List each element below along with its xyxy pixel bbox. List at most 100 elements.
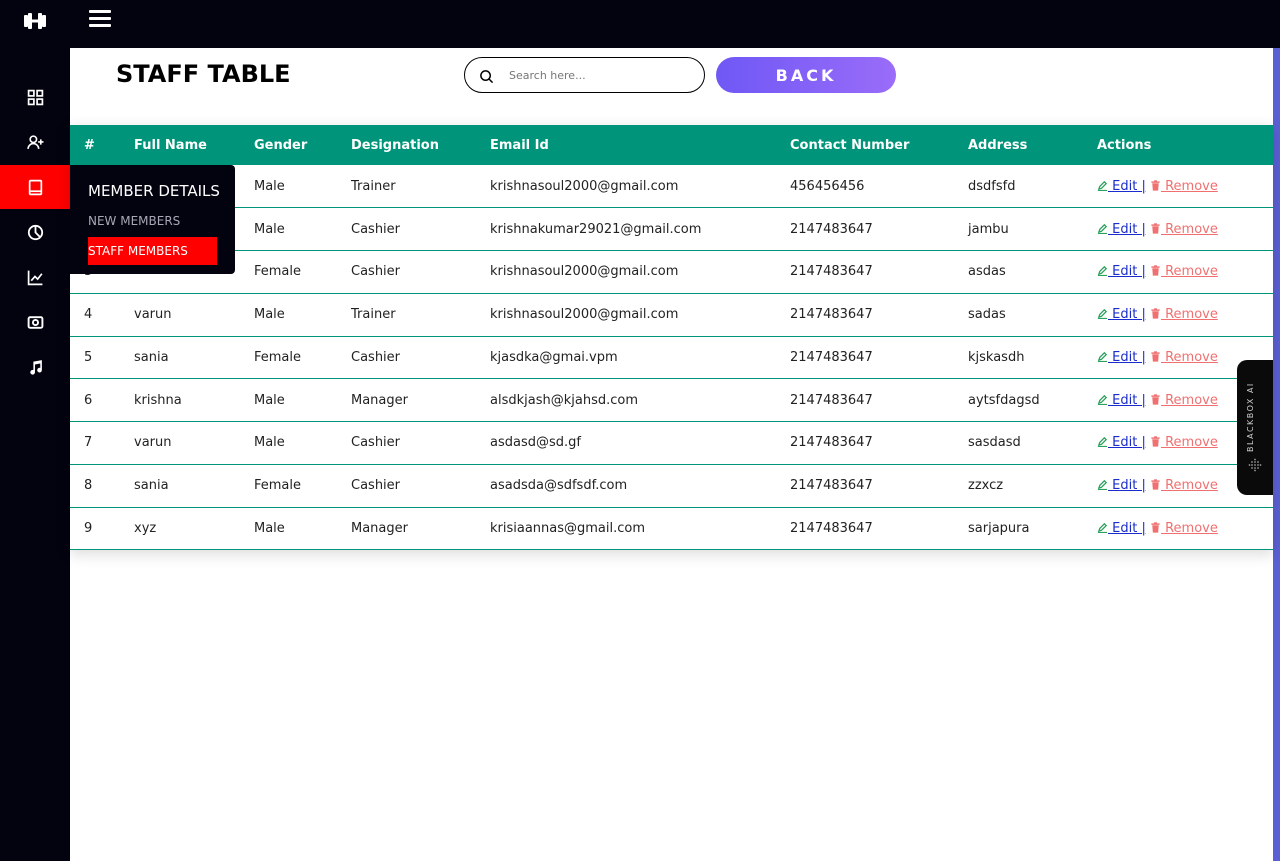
trash-icon — [1151, 265, 1160, 277]
edit-icon — [1097, 180, 1108, 191]
search-box[interactable] — [464, 57, 705, 93]
sidebar-item-reports[interactable] — [0, 210, 70, 254]
edit-link[interactable]: Edit | — [1108, 179, 1146, 194]
sidebar-item-add-user[interactable] — [0, 120, 70, 164]
remove-link[interactable]: Remove — [1161, 264, 1218, 279]
cell-contact: 2147483647 — [790, 307, 873, 323]
remove-link[interactable]: Remove — [1161, 435, 1218, 450]
page-title: STAFF TABLE — [116, 60, 291, 88]
cell-address: sarjapura — [968, 520, 1030, 536]
cell-designation: Cashier — [351, 478, 401, 494]
search-input[interactable] — [509, 65, 689, 85]
col-header-name: Full Name — [134, 137, 207, 153]
remove-link[interactable]: Remove — [1161, 393, 1218, 408]
edit-link[interactable]: Edit | — [1108, 350, 1146, 365]
cell-gender: Female — [254, 349, 302, 365]
cell-name: xyz — [134, 520, 157, 536]
sidebar-item-analytics[interactable] — [0, 255, 70, 299]
cell-designation: Trainer — [351, 178, 396, 194]
trash-icon — [1151, 351, 1160, 362]
cell-designation: Manager — [351, 520, 408, 536]
edit-icon — [1097, 266, 1108, 277]
table-row: 5 sania Female Cashier kjasdka@gmai.vpm 21474… — [70, 336, 1273, 379]
remove-link[interactable]: Remove — [1161, 521, 1218, 536]
edit-icon — [1097, 437, 1108, 448]
remove-link[interactable]: Remove — [1161, 307, 1218, 322]
cell-contact: 456456456 — [790, 178, 865, 194]
remove-link[interactable]: Remove — [1161, 222, 1218, 237]
cell-address: asdas — [968, 264, 1006, 280]
sidebar-item-members[interactable] — [0, 165, 70, 209]
menu-toggle-icon[interactable] — [89, 10, 111, 30]
trash-icon — [1151, 479, 1160, 490]
cell-contact: 2147483647 — [790, 264, 873, 280]
cell-email: kjasdka@gmai.vpm — [490, 349, 618, 365]
trash-icon — [1151, 522, 1160, 533]
menu-item-new-members[interactable]: NEW MEMBERS — [88, 214, 180, 228]
money-icon — [27, 315, 43, 329]
line-chart-icon — [27, 270, 43, 285]
sidebar-item-dashboard[interactable] — [0, 75, 70, 119]
cell-name: krishna — [134, 392, 182, 408]
cell-gender: Male — [254, 392, 285, 408]
cell-id: 7 — [84, 435, 93, 451]
blackbox-ai-widget[interactable]: BLACKBOX AI — [1237, 360, 1273, 495]
cell-address: zzxcz — [968, 478, 1004, 494]
cell-actions: Edit | Remove — [1097, 208, 1273, 251]
cell-address: jambu — [968, 221, 1009, 237]
member-details-menu: MEMBER DETAILS NEW MEMBERS STAFF MEMBERS — [70, 165, 235, 274]
table-row: 9 xyz Male Manager krisiaannas@gmail.com 2147… — [70, 507, 1273, 550]
cell-contact: 2147483647 — [790, 221, 873, 237]
edit-icon — [1097, 351, 1108, 362]
cell-name: sania — [134, 478, 169, 494]
col-header-id: # — [84, 137, 95, 153]
trash-icon — [1151, 179, 1160, 191]
back-button[interactable]: BACK — [716, 57, 896, 93]
cell-gender: Male — [254, 178, 285, 194]
remove-link[interactable]: Remove — [1161, 478, 1218, 493]
cell-address: sasdasd — [968, 435, 1021, 451]
top-bar — [70, 0, 1280, 48]
remove-link[interactable]: Remove — [1161, 179, 1218, 194]
cell-name: sania — [134, 349, 169, 365]
widget-label: BLACKBOX AI — [1246, 382, 1255, 452]
sidebar-item-music[interactable] — [0, 345, 70, 389]
edit-link[interactable]: Edit | — [1108, 478, 1146, 493]
add-user-icon — [26, 134, 43, 149]
edit-link[interactable]: Edit | — [1108, 307, 1146, 322]
cell-id: 4 — [84, 307, 93, 323]
table-row: 4 varun Male Trainer krishnasoul2000@gmail.c… — [70, 293, 1273, 336]
sidebar — [0, 0, 70, 861]
cell-gender: Male — [254, 435, 285, 451]
edit-link[interactable]: Edit | — [1108, 264, 1146, 279]
book-icon — [28, 179, 42, 195]
cell-contact: 2147483647 — [790, 349, 873, 365]
remove-link[interactable]: Remove — [1161, 350, 1218, 365]
col-header-contact: Contact Number — [790, 137, 910, 153]
cell-gender: Female — [254, 264, 302, 280]
cell-email: krishnakumar29021@gmail.com — [490, 221, 702, 237]
edit-link[interactable]: Edit | — [1108, 393, 1146, 408]
edit-link[interactable]: Edit | — [1108, 521, 1146, 536]
pie-chart-icon — [27, 224, 43, 240]
dumbbell-icon[interactable] — [23, 11, 47, 31]
edit-link[interactable]: Edit | — [1108, 435, 1146, 450]
sidebar-item-payments[interactable] — [0, 300, 70, 344]
cell-designation: Cashier — [351, 221, 401, 237]
dots-icon — [1248, 458, 1262, 472]
cell-contact: 2147483647 — [790, 392, 873, 408]
cell-email: asdasd@sd.gf — [490, 435, 581, 451]
edit-link[interactable]: Edit | — [1108, 222, 1146, 237]
cell-gender: Male — [254, 520, 285, 536]
edit-icon — [1097, 223, 1108, 234]
cell-actions: Edit | Remove — [1097, 165, 1273, 208]
cell-email: krishnasoul2000@gmail.com — [490, 264, 679, 280]
cell-gender: Male — [254, 307, 285, 323]
table-row: 2MaleCashierkrishnakumar29021@gmail.com2… — [70, 208, 1273, 251]
cell-contact: 2147483647 — [790, 435, 873, 451]
menu-title: MEMBER DETAILS — [88, 182, 220, 200]
cell-designation: Trainer — [351, 307, 396, 323]
trash-icon — [1151, 436, 1160, 448]
menu-item-staff-members[interactable]: STAFF MEMBERS — [88, 237, 217, 265]
cell-email: alsdkjash@kjahsd.com — [490, 392, 638, 408]
